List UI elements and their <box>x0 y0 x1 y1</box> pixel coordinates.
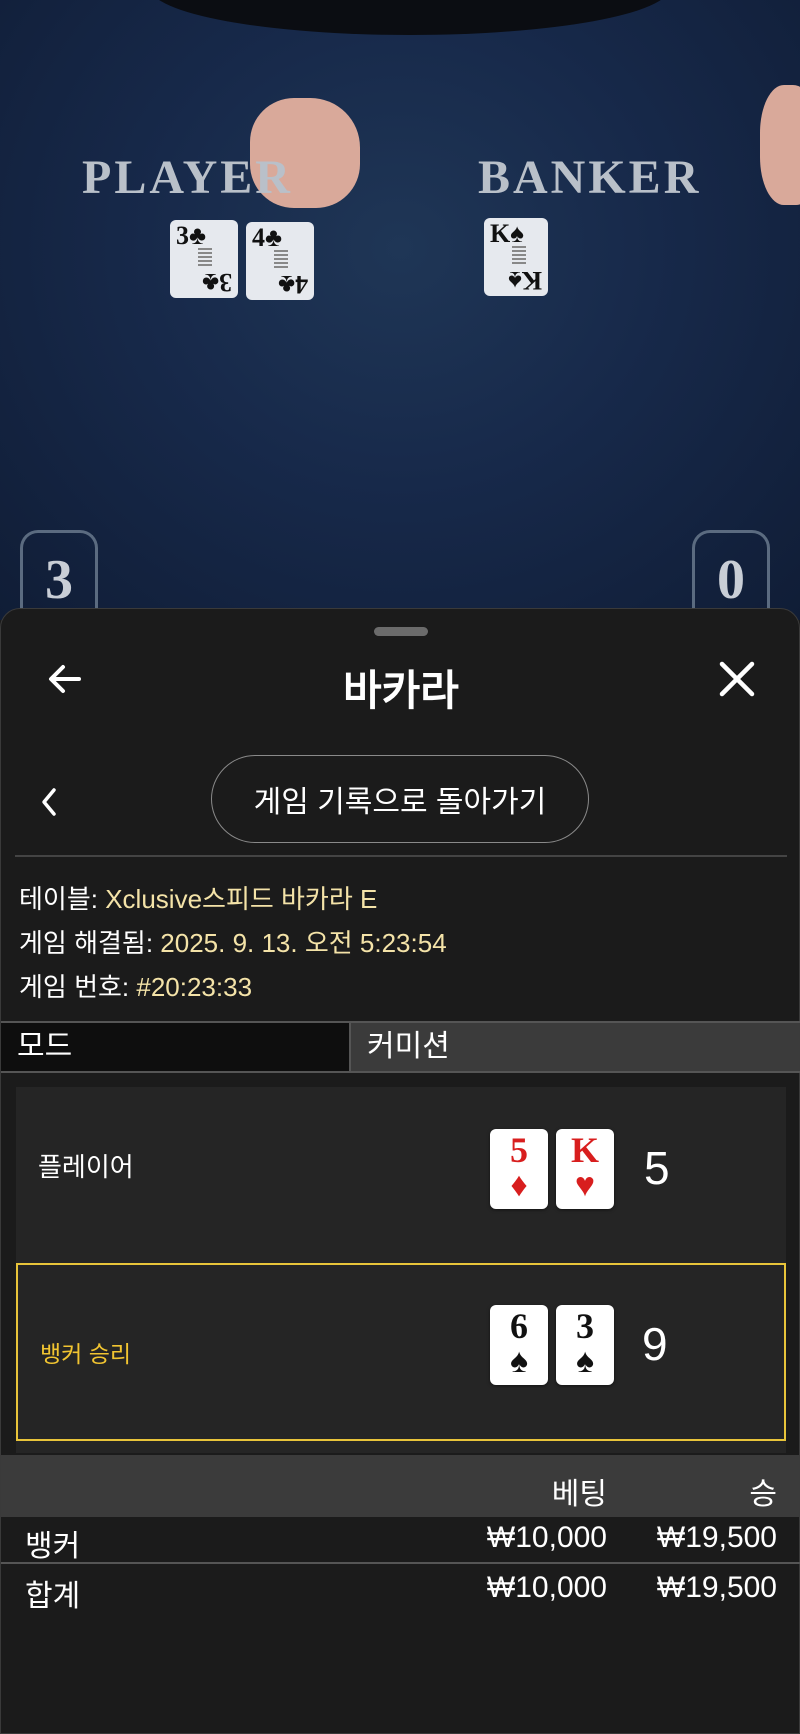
player-total: 5 <box>644 1142 670 1194</box>
total-win-amount: ₩19,500 <box>656 1571 777 1604</box>
mode-row: 모드 커미션 <box>1 1021 800 1073</box>
player-score-display: 3 <box>20 530 98 620</box>
table-info: 테이블: Xclusive스피드 바카라 E <box>19 879 377 916</box>
page-title: 바카라 <box>343 667 459 714</box>
game-number-value: #20:23:33 <box>136 972 253 1002</box>
playing-card: 3 ♠ <box>556 1305 614 1385</box>
banker-total: 9 <box>642 1318 668 1370</box>
game-number-info: 게임 번호: #20:23:33 <box>19 967 252 1004</box>
game-detail-sheet: 바카라 게임 기록으로 돌아가기 테이블: Xclusive스피드 바카라 E … <box>0 608 800 1734</box>
divider <box>1 1562 800 1564</box>
mode-label: 모드 <box>1 1023 351 1071</box>
banker-result-label: 뱅커 승리 <box>40 1341 132 1367</box>
divider <box>15 855 787 857</box>
table-card: 3♣ 3♣ <box>170 220 238 298</box>
player-result-row: 플레이어 5 ♦ K ♥ 5 <box>16 1087 786 1265</box>
banker-result-row: 뱅커 승리 6 ♠ 3 ♠ 9 <box>16 1263 786 1441</box>
dealer-figure <box>150 0 670 35</box>
table-info-value: Xclusive스피드 바카라 E <box>105 884 378 914</box>
table-card: 4♣ 4♣ <box>246 222 314 300</box>
total-row: 합계 ₩10,000 ₩19,500 <box>1 1571 800 1619</box>
round-result-panel: 플레이어 5 ♦ K ♥ 5 뱅커 승리 6 ♠ 3 ♠ 9 <box>16 1087 786 1453</box>
bet-column-header: 베팅 <box>551 1478 607 1511</box>
resolved-info-value: 2025. 9. 13. 오전 5:23:54 <box>160 928 447 958</box>
win-amount: ₩19,500 <box>656 1521 777 1554</box>
sheet-drag-handle[interactable] <box>374 627 428 636</box>
table-info-label: 테이블: <box>19 884 106 914</box>
table-card: K♠ K♠ <box>484 218 548 296</box>
total-bet-amount: ₩10,000 <box>486 1571 607 1604</box>
bet-name: 뱅커 <box>25 1530 81 1563</box>
playing-card: K ♥ <box>556 1129 614 1209</box>
table-banker-label: BANKER <box>478 151 702 204</box>
resolved-info-label: 게임 해결됨: <box>19 928 161 958</box>
table-player-label: PLAYER <box>82 151 293 204</box>
live-video-feed: PLAYER BANKER 3♣ 3♣ 4♣ 4♣ K♠ K♠ 3 0 <box>0 0 800 620</box>
bet-table-header: 베팅 승 <box>1 1455 800 1517</box>
back-to-history-button[interactable]: 게임 기록으로 돌아가기 <box>211 755 589 843</box>
playing-card: 5 ♦ <box>490 1129 548 1209</box>
mode-value: 커미션 <box>351 1023 800 1071</box>
resolved-info: 게임 해결됨: 2025. 9. 13. 오전 5:23:54 <box>19 923 447 960</box>
playing-card: 6 ♠ <box>490 1305 548 1385</box>
bet-amount: ₩10,000 <box>486 1521 607 1554</box>
close-icon[interactable] <box>717 659 757 699</box>
chevron-left-icon[interactable] <box>37 785 61 819</box>
dealer-hand <box>760 85 800 205</box>
game-number-label: 게임 번호: <box>19 972 137 1002</box>
player-result-label: 플레이어 <box>38 1152 134 1182</box>
banker-score-display: 0 <box>692 530 770 620</box>
win-column-header: 승 <box>749 1478 777 1511</box>
total-label: 합계 <box>25 1580 81 1613</box>
